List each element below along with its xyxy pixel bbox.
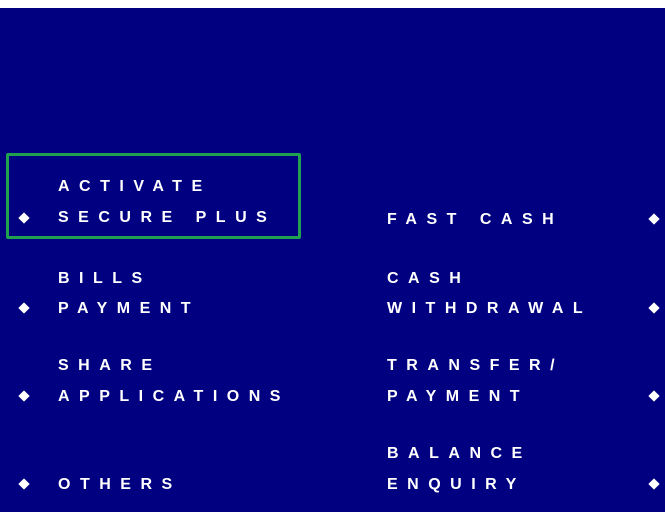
diamond-icon[interactable]: [648, 478, 660, 490]
option-label-line1: ACTIVATE: [58, 178, 212, 195]
option-label-line1: OTHERS: [58, 476, 182, 493]
option-label-line1: BILLS: [58, 270, 152, 287]
option-label-line1: FAST CASH: [387, 211, 564, 228]
diamond-icon[interactable]: [18, 478, 30, 490]
diamond-icon[interactable]: [18, 302, 30, 314]
option-label-line2: PAYMENT: [387, 388, 530, 405]
diamond-icon[interactable]: [648, 213, 660, 225]
diamond-icon[interactable]: [18, 390, 30, 402]
option-label-line2: WITHDRAWAL: [387, 300, 593, 317]
atm-screen: ACTIVATE SECURE PLUS BILLS PAYMENT SHARE…: [0, 8, 665, 512]
option-label-line1: BALANCE: [387, 445, 532, 462]
option-label-line2: SECURE PLUS: [58, 209, 277, 226]
diamond-icon[interactable]: [648, 302, 660, 314]
option-label-line1: SHARE: [58, 357, 162, 374]
option-label-line2: ENQUIRY: [387, 476, 526, 493]
diamond-icon[interactable]: [648, 390, 660, 402]
option-label-line2: APPLICATIONS: [58, 388, 290, 405]
option-label-line1: CASH: [387, 270, 471, 287]
option-label-line1: TRANSFER/: [387, 357, 565, 374]
option-label-line2: PAYMENT: [58, 300, 201, 317]
